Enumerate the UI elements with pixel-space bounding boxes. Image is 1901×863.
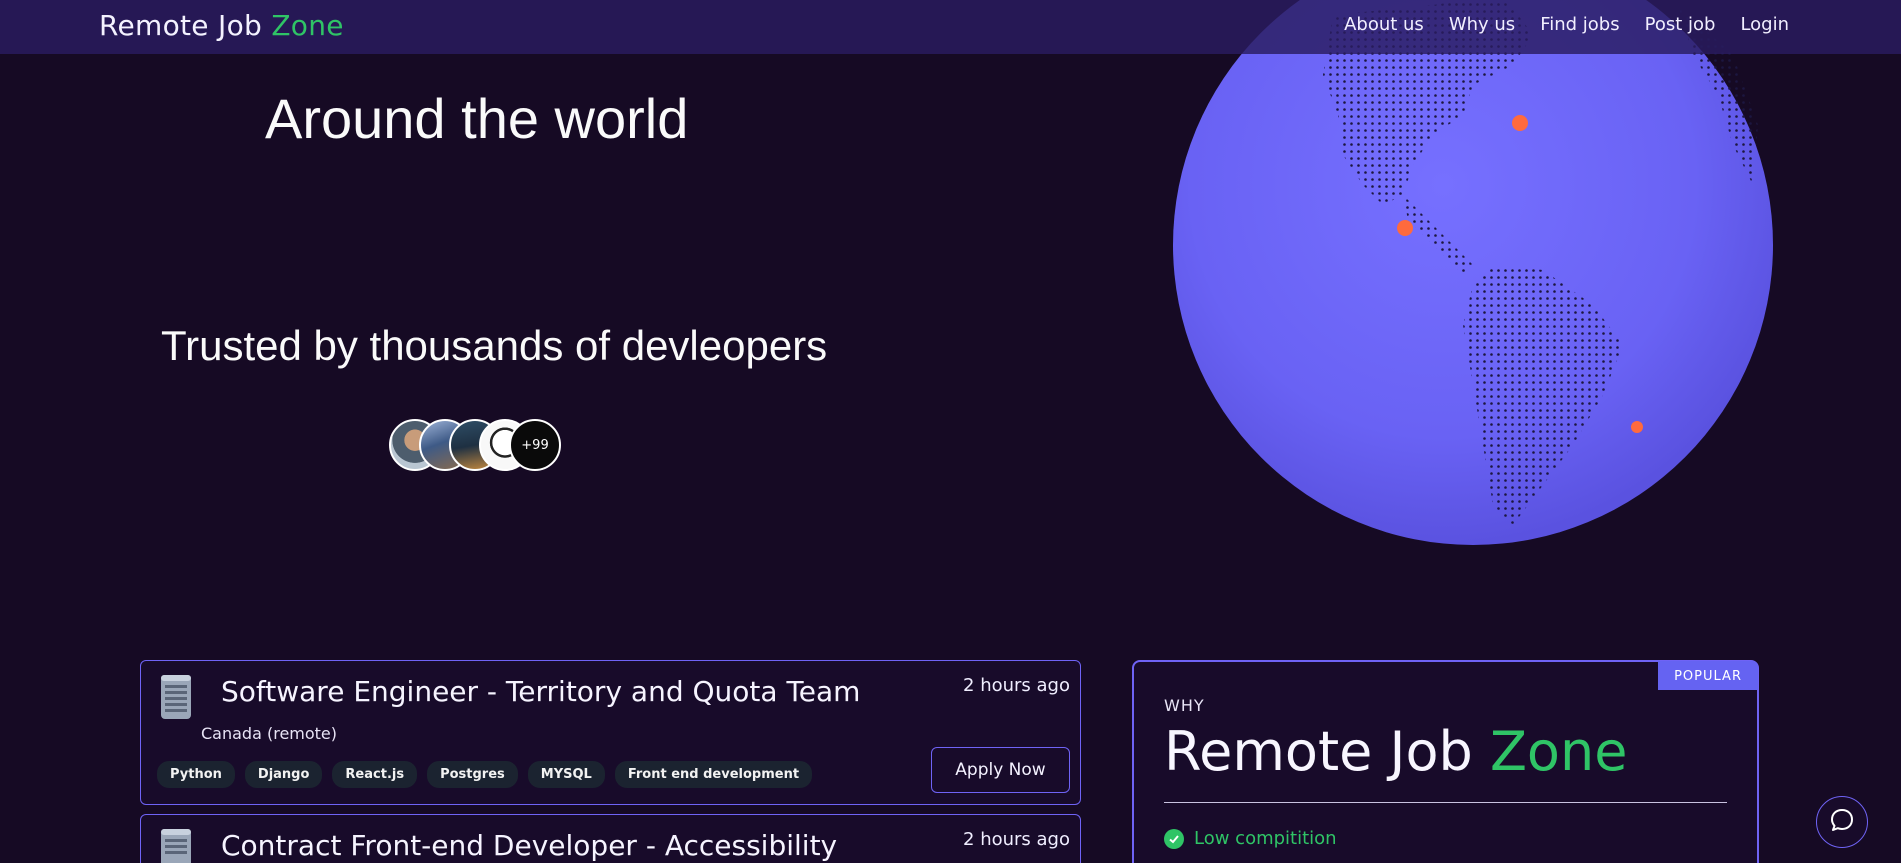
why-item-text: Low compitition: [1194, 828, 1337, 849]
job-tags: Python Django React.js Postgres MYSQL Fr…: [157, 761, 813, 788]
job-tag: Postgres: [427, 761, 518, 788]
chat-button[interactable]: [1816, 796, 1868, 848]
avatar-more-count: +99: [509, 419, 561, 471]
job-tag: Django: [244, 761, 323, 788]
nav-post-job[interactable]: Post job: [1645, 14, 1716, 35]
job-title[interactable]: Software Engineer - Territory and Quota …: [221, 675, 860, 708]
nav-find-jobs[interactable]: Find jobs: [1540, 14, 1619, 35]
building-icon: [157, 673, 195, 721]
building-icon: [157, 827, 195, 863]
avatar-group: +99: [389, 419, 561, 471]
nav-login[interactable]: Login: [1740, 14, 1789, 35]
hero-globe: [1173, 0, 1773, 545]
hero-title: Around the world: [265, 87, 689, 150]
why-card: POPULAR WHY Remote Job Zone Low compitit…: [1132, 660, 1759, 863]
nav-why-us[interactable]: Why us: [1449, 14, 1515, 35]
job-tag: Python: [157, 761, 235, 788]
job-tag: Front end development: [614, 761, 813, 788]
why-list-item: Low compitition: [1164, 828, 1337, 849]
job-posted-time: 2 hours ago: [963, 829, 1070, 850]
globe-graphic: [1173, 0, 1773, 545]
brand-main: Remote Job: [99, 9, 272, 42]
chat-bubble-icon: [1828, 806, 1856, 838]
nav-links: About us Why us Find jobs Post job Login: [1344, 14, 1789, 35]
popular-badge: POPULAR: [1658, 661, 1758, 690]
job-title[interactable]: Contract Front-end Developer - Accessibi…: [221, 829, 837, 862]
job-card[interactable]: Software Engineer - Territory and Quota …: [140, 660, 1081, 805]
job-card[interactable]: Contract Front-end Developer - Accessibi…: [140, 814, 1081, 863]
check-circle-icon: [1164, 828, 1184, 849]
job-posted-time: 2 hours ago: [963, 675, 1070, 696]
job-location: Canada (remote): [201, 724, 338, 743]
brand-logo[interactable]: Remote Job Zone: [99, 9, 344, 42]
brand-accent: Zone: [271, 9, 344, 42]
location-marker: [1631, 421, 1643, 433]
location-marker: [1512, 115, 1528, 131]
nav-about-us[interactable]: About us: [1344, 14, 1424, 35]
divider: [1164, 802, 1727, 803]
why-title-main: Remote Job: [1164, 720, 1490, 783]
location-marker: [1397, 220, 1413, 236]
why-title-accent: Zone: [1489, 720, 1628, 783]
why-title: Remote Job Zone: [1164, 720, 1627, 783]
navbar: Remote Job Zone About us Why us Find job…: [0, 0, 1901, 54]
job-tag: React.js: [332, 761, 418, 788]
why-label: WHY: [1164, 696, 1205, 715]
job-tag: MYSQL: [527, 761, 605, 788]
trusted-heading: Trusted by thousands of devleopers: [161, 322, 828, 369]
apply-now-button[interactable]: Apply Now: [931, 747, 1070, 793]
